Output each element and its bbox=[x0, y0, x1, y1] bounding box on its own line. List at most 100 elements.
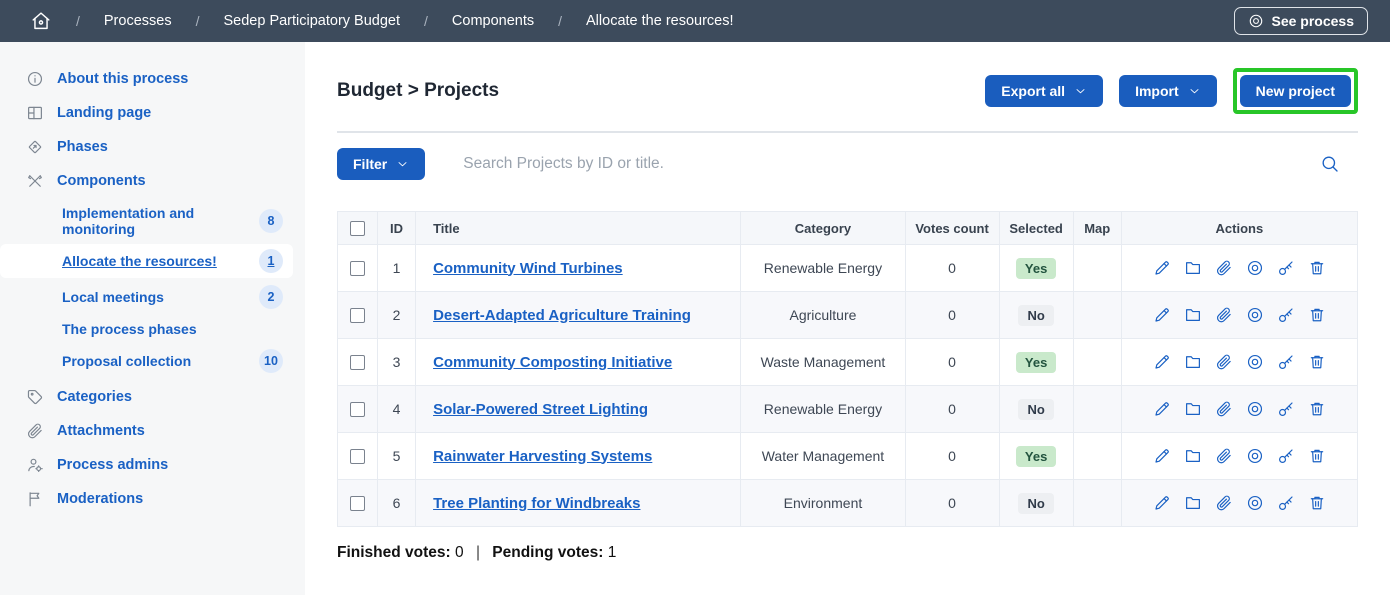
edit-button[interactable] bbox=[1153, 447, 1171, 465]
sidebar-item-attachments[interactable]: Attachments bbox=[0, 414, 305, 448]
folder-button[interactable] bbox=[1184, 447, 1202, 465]
project-map-cell bbox=[1073, 339, 1121, 386]
project-title-link[interactable]: Community Wind Turbines bbox=[433, 260, 623, 277]
key-icon bbox=[1277, 447, 1295, 465]
import-button[interactable]: Import bbox=[1119, 75, 1217, 107]
sidebar-item-moderations[interactable]: Moderations bbox=[0, 482, 305, 516]
sidebar-item-process-admins[interactable]: Process admins bbox=[0, 448, 305, 482]
see-process-button[interactable]: See process bbox=[1234, 7, 1369, 35]
permissions-button[interactable] bbox=[1277, 494, 1295, 512]
pending-votes-value: 1 bbox=[608, 544, 617, 561]
select-all-checkbox[interactable] bbox=[350, 221, 365, 236]
edit-button[interactable] bbox=[1153, 494, 1171, 512]
header-id: ID bbox=[378, 212, 416, 245]
eye-icon bbox=[1246, 306, 1264, 324]
key-icon bbox=[1277, 400, 1295, 418]
trash-icon bbox=[1308, 494, 1326, 512]
attachments-button[interactable] bbox=[1215, 306, 1233, 324]
project-title-link[interactable]: Solar-Powered Street Lighting bbox=[433, 401, 648, 418]
project-votes-count: 0 bbox=[905, 386, 999, 433]
key-icon bbox=[1277, 306, 1295, 324]
project-title-link[interactable]: Community Composting Initiative bbox=[433, 354, 672, 371]
folder-button[interactable] bbox=[1184, 306, 1202, 324]
export-all-button[interactable]: Export all bbox=[985, 75, 1103, 107]
component-label: The process phases bbox=[62, 321, 197, 337]
permissions-button[interactable] bbox=[1277, 353, 1295, 371]
folder-button[interactable] bbox=[1184, 353, 1202, 371]
new-project-button[interactable]: New project bbox=[1240, 75, 1351, 107]
sidebar-item-categories[interactable]: Categories bbox=[0, 380, 305, 414]
votes-separator: | bbox=[476, 544, 480, 561]
row-checkbox[interactable] bbox=[350, 496, 365, 511]
sidebar-component-local-meetings[interactable]: Local meetings 2 bbox=[0, 280, 305, 314]
delete-button[interactable] bbox=[1308, 259, 1326, 277]
row-checkbox[interactable] bbox=[350, 308, 365, 323]
main-content: Budget > Projects Export all Import New … bbox=[305, 42, 1390, 595]
sidebar-component-allocate-resources[interactable]: Allocate the resources! 1 bbox=[0, 244, 293, 278]
search-icon[interactable] bbox=[1320, 154, 1340, 174]
delete-button[interactable] bbox=[1308, 306, 1326, 324]
attachments-button[interactable] bbox=[1215, 259, 1233, 277]
edit-button[interactable] bbox=[1153, 353, 1171, 371]
sidebar-component-implementation[interactable]: Implementation and monitoring 8 bbox=[0, 200, 305, 242]
preview-button[interactable] bbox=[1246, 259, 1264, 277]
breadcrumb-components[interactable]: Components bbox=[452, 13, 534, 29]
table-row: 5 Rainwater Harvesting Systems Water Man… bbox=[338, 433, 1358, 480]
edit-button[interactable] bbox=[1153, 400, 1171, 418]
preview-button[interactable] bbox=[1246, 494, 1264, 512]
breadcrumb-process-name[interactable]: Sedep Participatory Budget bbox=[223, 13, 400, 29]
sidebar-item-landing-page[interactable]: Landing page bbox=[0, 96, 305, 130]
attachments-button[interactable] bbox=[1215, 353, 1233, 371]
row-checkbox[interactable] bbox=[350, 355, 365, 370]
permissions-button[interactable] bbox=[1277, 259, 1295, 277]
breadcrumb-processes[interactable]: Processes bbox=[104, 13, 172, 29]
sidebar-item-label: Categories bbox=[57, 389, 132, 405]
delete-button[interactable] bbox=[1308, 353, 1326, 371]
project-title-link[interactable]: Desert-Adapted Agriculture Training bbox=[433, 307, 691, 324]
folder-button[interactable] bbox=[1184, 494, 1202, 512]
header-votes-count: Votes count bbox=[905, 212, 999, 245]
folder-button[interactable] bbox=[1184, 400, 1202, 418]
permissions-button[interactable] bbox=[1277, 400, 1295, 418]
row-checkbox[interactable] bbox=[350, 449, 365, 464]
highlight-box: New project bbox=[1233, 68, 1358, 114]
delete-button[interactable] bbox=[1308, 400, 1326, 418]
paperclip-icon bbox=[26, 422, 44, 440]
preview-button[interactable] bbox=[1246, 353, 1264, 371]
project-votes-count: 0 bbox=[905, 339, 999, 386]
sidebar-item-phases[interactable]: Phases bbox=[0, 130, 305, 164]
preview-button[interactable] bbox=[1246, 306, 1264, 324]
sidebar-item-about[interactable]: About this process bbox=[0, 62, 305, 96]
component-count-badge: 8 bbox=[259, 209, 283, 233]
filter-button[interactable]: Filter bbox=[337, 148, 425, 180]
edit-button[interactable] bbox=[1153, 306, 1171, 324]
delete-button[interactable] bbox=[1308, 447, 1326, 465]
sidebar-item-components[interactable]: Components bbox=[0, 164, 305, 198]
selected-badge: Yes bbox=[1016, 258, 1056, 279]
sidebar-component-proposal-collection[interactable]: Proposal collection 10 bbox=[0, 344, 305, 378]
preview-button[interactable] bbox=[1246, 400, 1264, 418]
preview-button[interactable] bbox=[1246, 447, 1264, 465]
permissions-button[interactable] bbox=[1277, 306, 1295, 324]
chevron-down-icon bbox=[1074, 85, 1087, 98]
project-title-link[interactable]: Rainwater Harvesting Systems bbox=[433, 448, 652, 465]
row-checkbox[interactable] bbox=[350, 261, 365, 276]
table-row: 2 Desert-Adapted Agriculture Training Ag… bbox=[338, 292, 1358, 339]
attachments-button[interactable] bbox=[1215, 400, 1233, 418]
sidebar-component-process-phases[interactable]: The process phases bbox=[0, 316, 305, 342]
attachments-button[interactable] bbox=[1215, 494, 1233, 512]
attachments-button[interactable] bbox=[1215, 447, 1233, 465]
permissions-button[interactable] bbox=[1277, 447, 1295, 465]
delete-button[interactable] bbox=[1308, 494, 1326, 512]
flag-icon bbox=[26, 490, 44, 508]
project-id: 2 bbox=[378, 292, 416, 339]
folder-button[interactable] bbox=[1184, 259, 1202, 277]
home-icon[interactable] bbox=[30, 10, 52, 32]
breadcrumb-separator: / bbox=[558, 13, 562, 29]
project-title-link[interactable]: Tree Planting for Windbreaks bbox=[433, 495, 640, 512]
breadcrumb-separator: / bbox=[196, 13, 200, 29]
row-checkbox[interactable] bbox=[350, 402, 365, 417]
search-input[interactable] bbox=[463, 155, 1282, 173]
edit-button[interactable] bbox=[1153, 259, 1171, 277]
breadcrumb-component-name[interactable]: Allocate the resources! bbox=[586, 13, 734, 29]
